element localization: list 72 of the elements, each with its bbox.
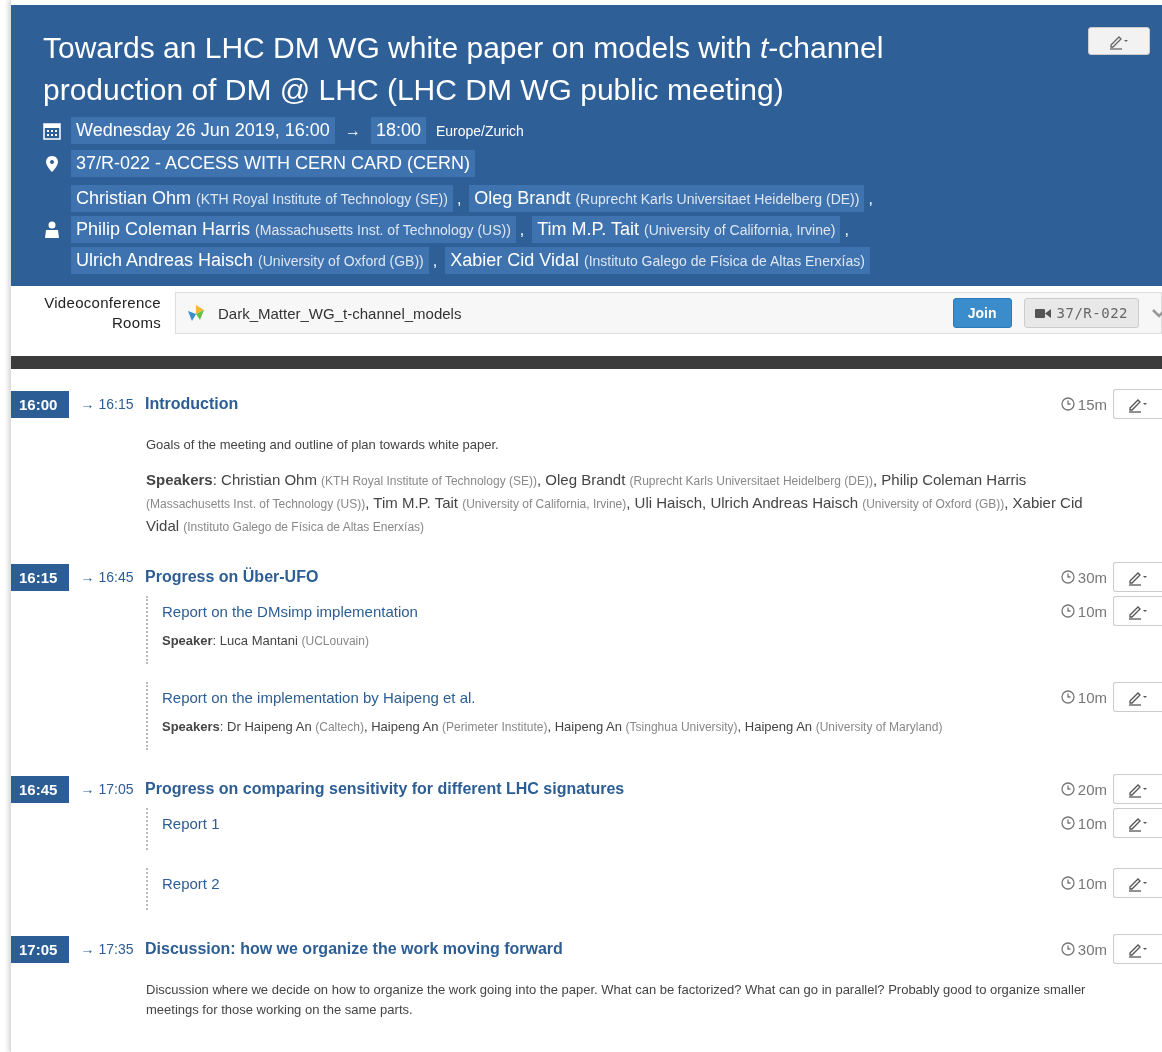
end-time: → 16:45 — [79, 569, 135, 585]
edit-menu-button[interactable] — [1113, 562, 1162, 592]
location: 37/R-022 - ACCESS WITH CERN CARD (CERN) — [71, 150, 476, 177]
duration: 10m — [1077, 602, 1107, 620]
edit-menu-button[interactable] — [1113, 934, 1162, 964]
chairperson[interactable]: Oleg Brandt (Ruprecht Karls Universitaet Heidelberg (DE)) — [469, 185, 865, 212]
video-camera-icon — [1034, 307, 1051, 319]
chairperson[interactable]: Christian Ohm (KTH Royal Institute of Technology (SE)) — [71, 185, 453, 212]
clock-icon — [1060, 690, 1075, 704]
start-date: Wednesday 26 Jun 2019, 16:00 — [71, 117, 335, 144]
calendar-icon — [43, 121, 61, 140]
end-time: → 17:35 — [79, 941, 135, 957]
chairperson[interactable]: Philip Coleman Harris (Massachusetts Inst. of Technology (US)) — [71, 216, 516, 243]
edit-menu-button[interactable] — [1113, 596, 1162, 626]
comma: , — [844, 220, 849, 239]
agenda-item-title[interactable]: Progress on comparing sensitivity for different LHC signatures — [145, 780, 1061, 798]
duration: 30m — [1077, 568, 1107, 586]
clock-icon — [1060, 942, 1075, 956]
end-time: → 17:05 — [79, 781, 135, 797]
contribution-title[interactable]: Report on the implementation by Haipeng et al. — [162, 688, 1061, 706]
speakers-text: Speakers: Dr Haipeng An (Caltech), Haipeng An (Perimeter Institute), Haipeng An (Tsinghua University), Haipeng An (University of Maryland) — [162, 718, 944, 736]
chairperson[interactable]: Tim M.P. Tait (University of California, Irvine) — [532, 216, 841, 243]
clock-icon — [1060, 570, 1075, 584]
clock-icon — [1060, 397, 1075, 411]
videoconference-label: Videoconference Rooms — [43, 293, 161, 333]
clock-icon — [1060, 816, 1075, 830]
edit-menu-button[interactable] — [1113, 774, 1162, 804]
join-button[interactable]: Join — [952, 298, 1012, 328]
duration: 20m — [1077, 780, 1107, 798]
comma: , — [456, 189, 462, 208]
chairperson[interactable]: Xabier Cid Vidal (Instituto Galego de Física de Altas Enerxías) — [445, 247, 870, 274]
speakers-text: Speaker: Luca Mantani (UCLouvain) — [162, 632, 370, 650]
edit-menu-button[interactable] — [1113, 682, 1162, 712]
start-time: 16:15 — [11, 563, 69, 591]
edit-menu-button[interactable] — [1113, 868, 1162, 898]
person-icon — [43, 220, 61, 239]
agenda-item-title[interactable]: Introduction — [145, 395, 1061, 413]
speakers-text: Speakers: Christian Ohm (KTH Royal Institute of Technology (SE)), Oleg Brandt (Ruprecht Karls Universitaet Heidelberg (DE)), Philip Coleman Harris (Massachusetts Inst. of Technology (US)), Tim M.P. Tait (University of California, Irvine), Uli Haisch, Ulrich Andreas Haisch (University of Oxford (GB)), Xabier Cid Vidal (Instituto Galego de Física de Altas Enerxías) — [146, 470, 1084, 536]
end-time: 18:00 — [370, 117, 426, 144]
room-name: Dark_Matter_WG_t-channel_models — [218, 304, 463, 322]
arrow-text: → — [344, 121, 361, 140]
start-time: 16:45 — [11, 775, 69, 803]
start-time: 16:00 — [11, 390, 69, 418]
description: Discussion where we decide on how to organize the work going into the paper. What can be factorized? What can go in parallel? Probably good to organize smaller meetings for those working on the same parts. — [146, 981, 1087, 1019]
map-pin-icon — [43, 154, 61, 173]
duration: 10m — [1077, 814, 1107, 832]
start-time: 17:05 — [11, 935, 69, 963]
edit-menu-button[interactable] — [1113, 808, 1162, 838]
contribution-title[interactable]: Report 1 — [162, 814, 1061, 832]
clock-icon — [1060, 604, 1075, 618]
comma: , — [432, 251, 438, 270]
contribution-title[interactable]: Report 2 — [162, 874, 1061, 892]
comma: , — [868, 189, 873, 208]
duration: 30m — [1077, 940, 1107, 958]
clock-icon — [1060, 782, 1075, 796]
clock-icon — [1060, 876, 1075, 890]
contribution-title[interactable]: Report on the DMsimp implementation — [162, 602, 1061, 620]
room-logo-icon — [186, 303, 206, 323]
room-button[interactable]: 37/R-022 — [1023, 298, 1139, 328]
agenda-item-title[interactable]: Progress on Über-UFO — [145, 568, 1061, 586]
edit-menu-button[interactable] — [1113, 389, 1162, 419]
edit-menu-button[interactable] — [1088, 27, 1150, 55]
description: Goals of the meeting and outline of plan towards white paper. — [146, 436, 500, 454]
comma: , — [519, 220, 525, 239]
event-title: Towards an LHC DM WG white paper on models with t-channel production of DM @ LHC (LHC DM WG public meeting) — [43, 30, 885, 108]
timezone: Europe/Zurich — [435, 122, 524, 139]
duration: 15m — [1077, 395, 1107, 413]
agenda-item-title[interactable]: Discussion: how we organize the work moving forward — [145, 940, 1061, 958]
duration: 10m — [1077, 688, 1107, 706]
duration: 10m — [1077, 874, 1107, 892]
chairperson[interactable]: Ulrich Andreas Haisch (University of Oxford (GB)) — [71, 247, 429, 274]
end-time: → 16:15 — [79, 396, 135, 412]
